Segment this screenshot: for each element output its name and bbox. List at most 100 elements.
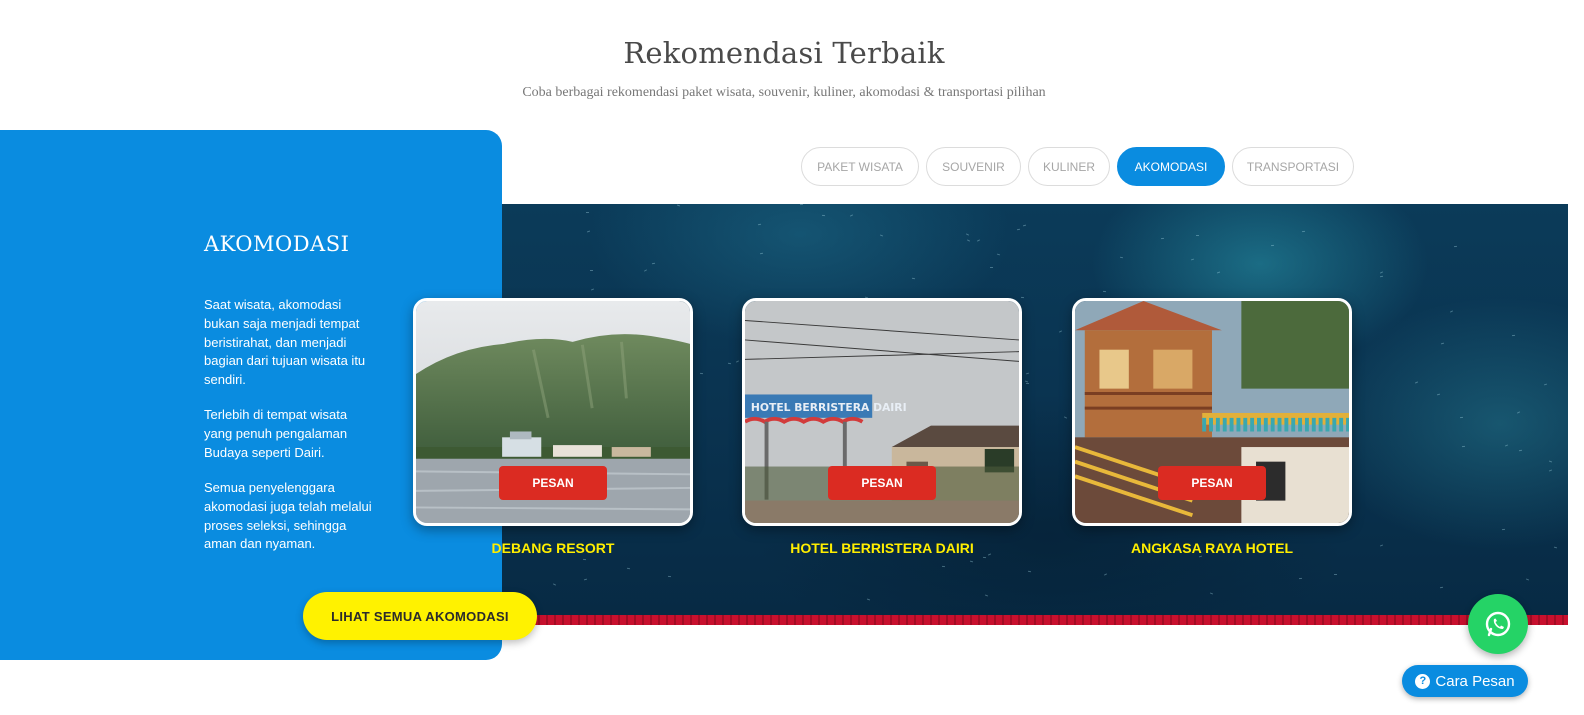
water-texture-speck [1453, 245, 1458, 248]
tab-akomodasi[interactable]: AKOMODASI [1117, 147, 1225, 186]
panel-paragraph: Terlebih di tempat wisata yang penuh pen… [204, 407, 348, 460]
water-texture-speck [996, 253, 1001, 256]
whatsapp-button[interactable] [1468, 594, 1528, 654]
water-texture-speck [849, 214, 854, 217]
panel-heading: AKOMODASI [204, 232, 350, 256]
water-texture-speck [866, 598, 871, 601]
water-texture-speck [1553, 546, 1558, 549]
card-title[interactable]: DEBANG RESORT [413, 540, 693, 556]
water-texture-speck [1298, 577, 1303, 580]
water-texture-speck [1501, 528, 1506, 531]
tab-transportasi[interactable]: TRANSPORTASI [1232, 147, 1354, 186]
water-texture-speck [966, 239, 971, 242]
water-texture-speck [1058, 330, 1063, 333]
accommodation-card[interactable]: HOTEL BERRISTERA DAIRI PESAN [742, 298, 1022, 526]
water-texture-speck [583, 578, 588, 581]
ulos-pattern-stripe [500, 615, 1568, 625]
cara-pesan-label: Cara Pesan [1435, 672, 1515, 690]
water-texture-speck [626, 567, 631, 570]
water-texture-speck [1525, 578, 1530, 581]
water-texture-speck [1459, 416, 1464, 419]
water-texture-speck [582, 558, 587, 561]
water-texture-speck [969, 560, 974, 563]
water-texture-speck [1209, 592, 1214, 595]
view-all-accommodation-button[interactable]: LIHAT SEMUA AKOMODASI [303, 592, 537, 640]
water-texture-speck [1333, 573, 1338, 576]
page-title: Rekomendasi Terbaik [623, 36, 945, 70]
water-texture-speck [1020, 296, 1025, 299]
water-texture-speck [1379, 275, 1384, 278]
card-title[interactable]: HOTEL BERRISTERA DAIRI [742, 540, 1022, 556]
water-texture-speck [1461, 445, 1466, 448]
water-texture-speck [651, 262, 656, 265]
water-texture-speck [1436, 393, 1441, 396]
water-texture-speck [879, 234, 884, 237]
water-texture-speck [667, 575, 672, 578]
pesan-button[interactable]: PESAN [1158, 466, 1266, 500]
water-texture-speck [1025, 382, 1030, 385]
water-texture-speck [585, 211, 590, 214]
water-texture-speck [911, 277, 916, 280]
water-texture-speck [1379, 544, 1384, 547]
water-texture-speck [976, 239, 981, 242]
water-texture-speck [1511, 334, 1516, 337]
water-texture-speck [984, 594, 989, 597]
water-texture-speck [1022, 224, 1027, 227]
water-texture-speck [727, 362, 732, 365]
water-texture-speck [1103, 573, 1108, 576]
water-texture-speck [676, 204, 681, 207]
card-title[interactable]: ANGKASA RAYA HOTEL [1072, 540, 1352, 556]
water-texture-speck [982, 556, 987, 559]
water-texture-speck [821, 214, 826, 217]
water-texture-speck [941, 565, 946, 568]
water-texture-speck [1016, 228, 1021, 231]
water-texture-speck [965, 233, 970, 236]
pesan-button[interactable]: PESAN [499, 466, 607, 500]
water-texture-speck [1301, 230, 1306, 233]
water-texture-speck [1449, 310, 1454, 313]
water-texture-speck [1025, 372, 1030, 375]
panel-paragraph: Saat wisata, akomodasi bukan saja menjad… [204, 297, 366, 388]
water-texture-speck [1190, 258, 1195, 261]
water-texture-speck [1195, 234, 1200, 237]
panel-paragraph: Semua penyelenggara akomodasi juga telah… [204, 480, 372, 552]
tab-paket-wisata[interactable]: PAKET WISATA [801, 147, 919, 186]
water-texture-speck [799, 204, 804, 206]
water-texture-speck [757, 223, 762, 226]
water-texture-speck [590, 288, 595, 291]
pesan-button[interactable]: PESAN [828, 466, 936, 500]
water-texture-speck [643, 269, 648, 272]
water-texture-speck [1518, 449, 1523, 452]
page-subtitle: Coba berbagai rekomendasi paket wisata, … [522, 85, 1046, 100]
water-texture-speck [1160, 237, 1165, 240]
accommodation-card[interactable]: PESAN [1072, 298, 1352, 526]
water-texture-speck [1548, 469, 1553, 472]
water-texture-speck [1504, 444, 1509, 447]
water-texture-speck [1063, 416, 1068, 419]
category-tabs: PAKET WISATA SOUVENIR KULINER AKOMODASI … [801, 147, 1354, 186]
water-texture-speck [552, 583, 557, 586]
water-texture-speck [586, 230, 591, 233]
tab-kuliner[interactable]: KULINER [1028, 147, 1110, 186]
water-texture-speck [589, 269, 594, 272]
water-texture-speck [735, 360, 740, 363]
accommodation-card[interactable]: PESAN [413, 298, 693, 526]
water-texture-speck [989, 266, 994, 269]
water-texture-speck [1439, 586, 1444, 589]
water-texture-speck [1027, 570, 1032, 573]
water-texture-speck [1216, 271, 1221, 274]
water-texture-speck [699, 372, 704, 375]
water-texture-speck [1543, 383, 1548, 386]
cara-pesan-button[interactable]: ? Cara Pesan [1402, 665, 1528, 697]
water-texture-speck [1414, 381, 1419, 384]
water-texture-speck [1440, 342, 1445, 345]
whatsapp-icon [1485, 611, 1511, 637]
water-texture-speck [1102, 290, 1107, 293]
water-texture-speck [1516, 411, 1521, 414]
water-texture-speck [1119, 256, 1124, 259]
hotel-sign-text: HOTEL BERRISTERA DAIRI [751, 401, 907, 414]
tab-souvenir[interactable]: SOUVENIR [926, 147, 1021, 186]
question-circle-icon: ? [1415, 673, 1431, 689]
water-texture-speck [1379, 271, 1384, 274]
water-texture-speck [1548, 460, 1553, 463]
